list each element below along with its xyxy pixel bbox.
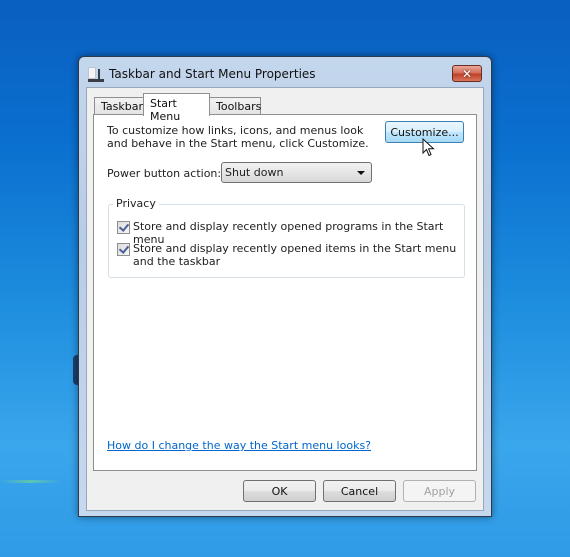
- close-button[interactable]: ✕: [452, 65, 482, 82]
- power-button-action-label: Power button action:: [107, 167, 222, 180]
- title-bar[interactable]: Taskbar and Start Menu Properties ✕: [79, 57, 491, 91]
- properties-dialog: Taskbar and Start Menu Properties ✕ Task…: [78, 56, 492, 517]
- recent-items-checkbox[interactable]: [117, 243, 130, 256]
- power-button-action-value: Shut down: [225, 166, 284, 179]
- taskbar-properties-icon: [88, 67, 104, 82]
- tab-taskbar[interactable]: Taskbar: [94, 97, 144, 115]
- recent-items-option[interactable]: Store and display recently opened items …: [117, 242, 457, 268]
- ok-button[interactable]: OK: [243, 480, 316, 502]
- tab-start-menu[interactable]: Start Menu: [143, 93, 210, 123]
- close-icon: ✕: [461, 66, 473, 81]
- mouse-pointer-icon: [422, 138, 435, 157]
- power-button-action-select[interactable]: Shut down: [221, 162, 372, 183]
- privacy-group: Privacy Store and display recently opene…: [108, 197, 465, 278]
- apply-button[interactable]: Apply: [403, 480, 476, 502]
- dropdown-arrow-icon: [357, 171, 365, 175]
- privacy-group-title: Privacy: [113, 197, 159, 210]
- recent-programs-checkbox[interactable]: [117, 221, 130, 234]
- recent-items-label: Store and display recently opened items …: [133, 242, 457, 268]
- tab-toolbars[interactable]: Toolbars: [209, 97, 261, 115]
- customize-description: To customize how links, icons, and menus…: [107, 124, 369, 150]
- start-menu-tab-panel: To customize how links, icons, and menus…: [93, 114, 477, 471]
- desktop-wallpaper-streak: [0, 480, 60, 483]
- cancel-button[interactable]: Cancel: [323, 480, 396, 502]
- window-title: Taskbar and Start Menu Properties: [109, 67, 316, 81]
- help-link[interactable]: How do I change the way the Start menu l…: [107, 439, 371, 452]
